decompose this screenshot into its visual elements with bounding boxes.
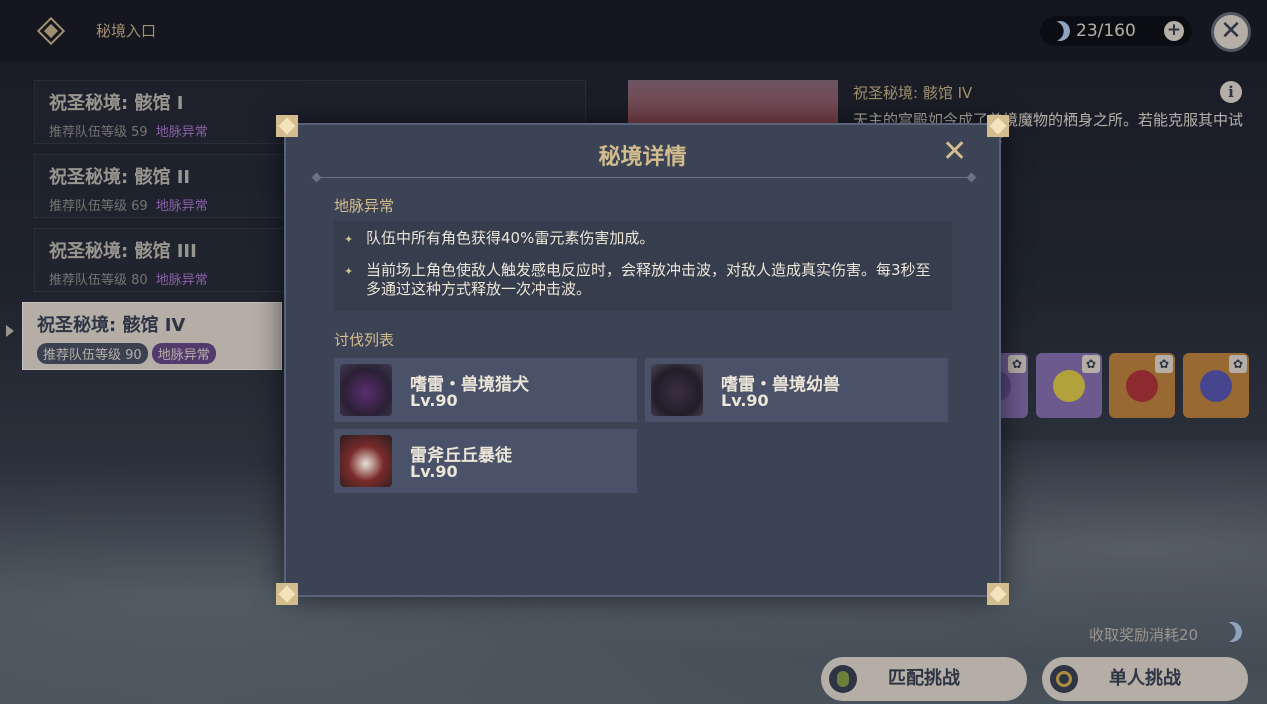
divider (316, 177, 972, 178)
abnormal-item: ✦ 当前场上角色使敌人触发感电反应时，会释放冲击波，对敌人造成真实伤害。每3秒至… (344, 261, 931, 298)
modal-close-icon[interactable]: ✕ (942, 137, 967, 167)
modal-title: 秘境详情 (598, 145, 687, 170)
enemy-level: Lv.90 (721, 391, 769, 410)
enemy-level: Lv.90 (410, 462, 458, 481)
bullet-icon: ✦ (344, 265, 354, 278)
bullet-icon: ✦ (344, 233, 354, 246)
corner-ornament-icon (987, 115, 1009, 137)
enemy-card[interactable]: 雷斧丘丘暴徒 Lv.90 (334, 429, 637, 493)
corner-ornament-icon (276, 115, 298, 137)
domain-details-modal: 秘境详情 ✕ 地脉异常 ✦ 队伍中所有角色获得40%雷元素伤害加成。 ✦ 当前场… (276, 115, 1009, 605)
enemy-portrait (651, 364, 703, 416)
enemy-portrait (340, 364, 392, 416)
corner-ornament-icon (276, 583, 298, 605)
abnormal-item: ✦ 队伍中所有角色获得40%雷元素伤害加成。 (344, 229, 655, 247)
abnormal-box: ✦ 队伍中所有角色获得40%雷元素伤害加成。 ✦ 当前场上角色使敌人触发感电反应… (334, 221, 952, 311)
enemy-card[interactable]: 嗜雷・兽境猎犬 Lv.90 (334, 358, 637, 422)
enemy-level: Lv.90 (410, 391, 458, 410)
enemy-list-label: 讨伐列表 (334, 331, 395, 349)
corner-ornament-icon (987, 583, 1009, 605)
abnormal-label: 地脉异常 (334, 197, 395, 215)
enemy-portrait (340, 435, 392, 487)
enemy-card[interactable]: 嗜雷・兽境幼兽 Lv.90 (645, 358, 948, 422)
